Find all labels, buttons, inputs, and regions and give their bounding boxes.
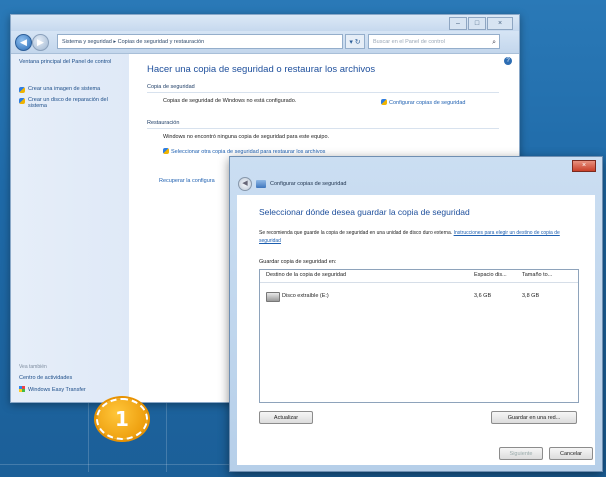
dialog-back-button[interactable]: ◀ xyxy=(238,177,252,191)
dialog-title: Configurar copias de seguridad xyxy=(270,181,347,187)
sidebar-item-label: Crear una imagen de sistema xyxy=(28,86,101,92)
maximize-button[interactable]: □ xyxy=(468,17,486,30)
refresh-icon[interactable]: ▾ ↻ xyxy=(345,34,365,49)
window-controls: – □ × xyxy=(449,17,513,30)
page-title: Hacer una copia de seguridad o restaurar… xyxy=(147,64,376,75)
destination-list[interactable]: Destino de la copia de seguridad Espacio… xyxy=(259,269,579,403)
free-space-value: 3,6 GB xyxy=(474,293,492,299)
sidebar-item-label: Crear un disco de reparación del sistema xyxy=(28,97,108,109)
see-also-easy-transfer[interactable]: Windows Easy Transfer xyxy=(19,386,86,393)
shield-icon xyxy=(19,87,25,93)
search-icon[interactable]: ⌕ xyxy=(492,35,496,50)
backup-section-heading: Copia de seguridad xyxy=(147,84,499,93)
configure-backup-label: Configurar copias de seguridad xyxy=(389,100,466,106)
address-text: Sistema y seguridad ▸ Copias de segurida… xyxy=(62,39,205,45)
back-button[interactable]: ◀ xyxy=(15,34,32,51)
grid-line xyxy=(88,402,89,472)
grid-line xyxy=(166,402,167,472)
total-size-value: 3,8 GB xyxy=(522,293,540,299)
address-row: ◀ ▶ Sistema y seguridad ▸ Copias de segu… xyxy=(11,31,519,54)
refresh-button[interactable]: Actualizar xyxy=(259,411,313,424)
see-also-label-text: Windows Easy Transfer xyxy=(28,387,86,393)
dialog-header: ◀ Configurar copias de seguridad xyxy=(238,177,346,191)
sidebar-item-create-image[interactable]: Crear una imagen de sistema xyxy=(19,86,127,93)
removable-drive-icon xyxy=(266,292,280,302)
title-bar: – □ × xyxy=(11,15,519,31)
minimize-button[interactable]: – xyxy=(449,17,467,30)
column-total-size[interactable]: Tamaño to... xyxy=(522,272,552,278)
dialog-close-button[interactable]: × xyxy=(572,160,596,172)
backup-icon xyxy=(256,180,266,188)
restore-section-heading: Restauración xyxy=(147,120,499,129)
sidebar-home-link[interactable]: Ventana principal del Panel de control xyxy=(19,59,123,65)
recommendation-label: Se recomienda que guarde la copia de seg… xyxy=(259,230,453,236)
backup-status: Copias de seguridad de Windows no está c… xyxy=(163,98,297,104)
select-other-backup-label: Seleccionar otra copia de seguridad para… xyxy=(171,149,326,155)
search-placeholder: Buscar en el Panel de control xyxy=(373,39,445,45)
select-other-backup-link[interactable]: Seleccionar otra copia de seguridad para… xyxy=(163,147,325,155)
column-free-space[interactable]: Espacio dis... xyxy=(474,272,507,278)
list-header: Destino de la copia de seguridad Espacio… xyxy=(260,270,578,283)
cancel-button[interactable]: Cancelar xyxy=(549,447,593,460)
shield-icon xyxy=(19,98,25,104)
recover-settings-link[interactable]: Recuperar la configura xyxy=(159,178,215,184)
shield-icon xyxy=(163,148,169,154)
close-button[interactable]: × xyxy=(487,17,513,30)
restore-status: Windows no encontró ninguna copia de seg… xyxy=(163,134,330,140)
address-bar[interactable]: Sistema y seguridad ▸ Copias de segurida… xyxy=(57,34,343,49)
shield-icon xyxy=(381,99,387,105)
see-also-label: Vea también xyxy=(19,364,47,370)
destination-name: Disco extraíble (E:) xyxy=(282,293,329,299)
help-icon[interactable]: ? xyxy=(504,57,512,65)
list-item[interactable]: Disco extraíble (E:) 3,6 GB 3,8 GB xyxy=(260,290,578,304)
column-destination[interactable]: Destino de la copia de seguridad xyxy=(266,272,346,278)
sidebar: Ventana principal del Panel de control C… xyxy=(11,54,129,402)
grid-line xyxy=(0,464,230,465)
sidebar-item-repair-disc[interactable]: Crear un disco de reparación del sistema xyxy=(19,97,123,109)
dialog-heading: Seleccionar dónde desea guardar la copia… xyxy=(259,207,470,217)
recommendation-text: Se recomienda que guarde la copia de seg… xyxy=(259,229,579,245)
next-button[interactable]: Siguiente xyxy=(499,447,543,460)
step-number-badge: 1 xyxy=(96,398,148,440)
dialog-body: Seleccionar dónde desea guardar la copia… xyxy=(237,195,595,465)
search-input[interactable]: Buscar en el Panel de control ⌕ xyxy=(368,34,500,49)
configure-backup-dialog: × ◀ Configurar copias de seguridad Selec… xyxy=(229,156,603,472)
configure-backup-link[interactable]: Configurar copias de seguridad xyxy=(381,98,465,106)
save-on-network-button[interactable]: Guardar en una red... xyxy=(491,411,577,424)
see-also-action-center[interactable]: Centro de actividades xyxy=(19,375,72,381)
forward-button[interactable]: ▶ xyxy=(32,34,49,51)
save-location-label: Guardar copia de seguridad en: xyxy=(259,259,337,265)
windows-logo-icon xyxy=(19,386,25,392)
